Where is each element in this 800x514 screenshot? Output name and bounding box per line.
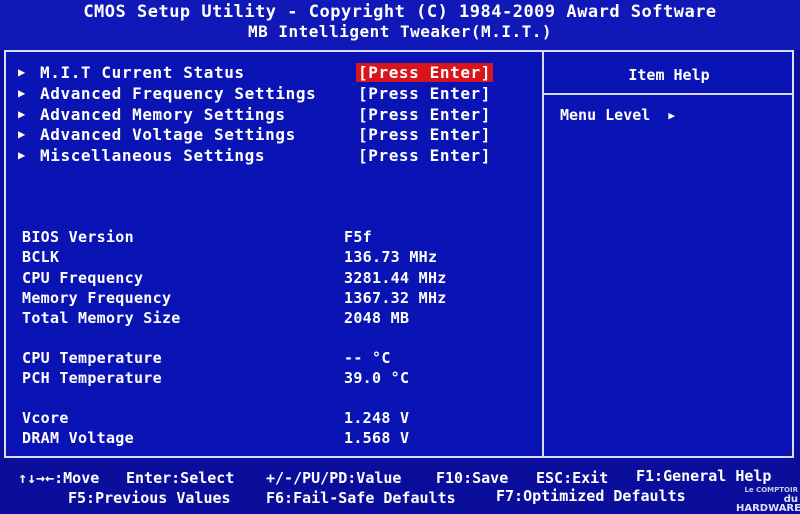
key-move: ↑↓→←:Move xyxy=(18,469,100,487)
key-value: +/-/PU/PD:Value xyxy=(266,469,402,487)
key-previous-values: F5:Previous Values xyxy=(68,489,231,507)
info-label: Total Memory Size xyxy=(22,309,181,327)
key-exit: ESC:Exit xyxy=(536,469,609,487)
press-enter-button[interactable]: [Press Enter] xyxy=(356,105,493,124)
submenu-arrow-icon: ▶ xyxy=(18,148,26,162)
watermark-logo: Le COMPTOIR du HARDWARE xyxy=(736,486,800,514)
submenu-arrow-icon: ▶ xyxy=(18,127,26,141)
panel-divider xyxy=(542,50,544,458)
press-enter-button[interactable]: [Press Enter] xyxy=(356,84,493,103)
menu-level-label: Menu Level xyxy=(560,106,651,124)
info-label: PCH Temperature xyxy=(22,369,162,387)
press-enter-button[interactable]: [Press Enter] xyxy=(356,125,493,144)
info-row-bios-version: BIOS Version F5f xyxy=(22,227,522,247)
info-value: 1.248 V xyxy=(344,409,410,427)
info-label: DRAM Voltage xyxy=(22,429,134,447)
menu-item-advanced-voltage[interactable]: ▶ Advanced Voltage Settings [Press Enter… xyxy=(18,124,498,144)
info-value: 3281.44 MHz xyxy=(344,269,447,287)
info-value: 2048 MB xyxy=(344,309,410,327)
menu-item-mit-current-status[interactable]: ▶ M.I.T Current Status [Press Enter] xyxy=(18,62,498,82)
info-row-memory-frequency: Memory Frequency 1367.32 MHz xyxy=(22,288,522,308)
menu-item-label: Advanced Frequency Settings xyxy=(40,83,317,103)
submenu-arrow-icon: ▶ xyxy=(18,86,26,100)
menu-level: Menu Level ▶ xyxy=(560,106,675,124)
item-help-title: Item Help xyxy=(628,66,710,84)
press-enter-button[interactable]: [Press Enter] xyxy=(356,146,493,165)
info-value: 39.0 °C xyxy=(344,369,410,387)
info-row-total-memory-size: Total Memory Size 2048 MB xyxy=(22,308,522,328)
info-row-cpu-temperature: CPU Temperature -- °C xyxy=(22,348,522,368)
info-value: 136.73 MHz xyxy=(344,248,438,266)
key-select: Enter:Select xyxy=(126,469,235,487)
info-label: CPU Temperature xyxy=(22,349,162,367)
info-row-cpu-frequency: CPU Frequency 3281.44 MHz xyxy=(22,268,522,288)
submenu-arrow-icon: ▶ xyxy=(18,65,26,79)
info-label: BCLK xyxy=(22,248,60,266)
info-label: BIOS Version xyxy=(22,228,134,246)
key-save: F10:Save xyxy=(436,469,509,487)
menu-item-miscellaneous[interactable]: ▶ Miscellaneous Settings [Press Enter] xyxy=(18,145,498,165)
info-label: Vcore xyxy=(22,409,69,427)
info-row-dram-voltage: DRAM Voltage 1.568 V xyxy=(22,428,522,448)
info-value: -- °C xyxy=(344,349,391,367)
menu-item-label: M.I.T Current Status xyxy=(40,62,245,82)
watermark-line2: du HARDWARE xyxy=(736,494,800,514)
menu-item-advanced-frequency[interactable]: ▶ Advanced Frequency Settings [Press Ent… xyxy=(18,83,498,103)
key-general-help: F1:General Help xyxy=(636,467,772,485)
key-legend: ↑↓→←:Move Enter:Select +/-/PU/PD:Value F… xyxy=(0,460,800,512)
info-label: Memory Frequency xyxy=(22,289,172,307)
info-row-pch-temperature: PCH Temperature 39.0 °C xyxy=(22,368,522,388)
menu-item-label: Advanced Memory Settings xyxy=(40,104,286,124)
title-bar: CMOS Setup Utility - Copyright (C) 1984-… xyxy=(0,0,800,50)
info-label: CPU Frequency xyxy=(22,269,144,287)
help-header-divider xyxy=(544,93,794,95)
page-title: MB Intelligent Tweaker(M.I.T.) xyxy=(248,22,552,41)
info-value: F5f xyxy=(344,228,372,246)
utility-title: CMOS Setup Utility - Copyright (C) 1984-… xyxy=(83,2,717,22)
press-enter-button[interactable]: [Press Enter] xyxy=(356,62,494,82)
info-value: 1367.32 MHz xyxy=(344,289,447,307)
info-row-vcore: Vcore 1.248 V xyxy=(22,408,522,428)
menu-item-label: Advanced Voltage Settings xyxy=(40,124,296,144)
menu-level-arrow-icon: ▶ xyxy=(668,108,675,122)
menu-item-label: Miscellaneous Settings xyxy=(40,145,266,165)
info-value: 1.568 V xyxy=(344,429,410,447)
submenu-arrow-icon: ▶ xyxy=(18,107,26,121)
key-optimized-defaults: F7:Optimized Defaults xyxy=(496,487,686,505)
key-failsafe-defaults: F6:Fail-Safe Defaults xyxy=(266,489,456,507)
menu-item-advanced-memory[interactable]: ▶ Advanced Memory Settings [Press Enter] xyxy=(18,104,498,124)
info-row-bclk: BCLK 136.73 MHz xyxy=(22,247,522,267)
